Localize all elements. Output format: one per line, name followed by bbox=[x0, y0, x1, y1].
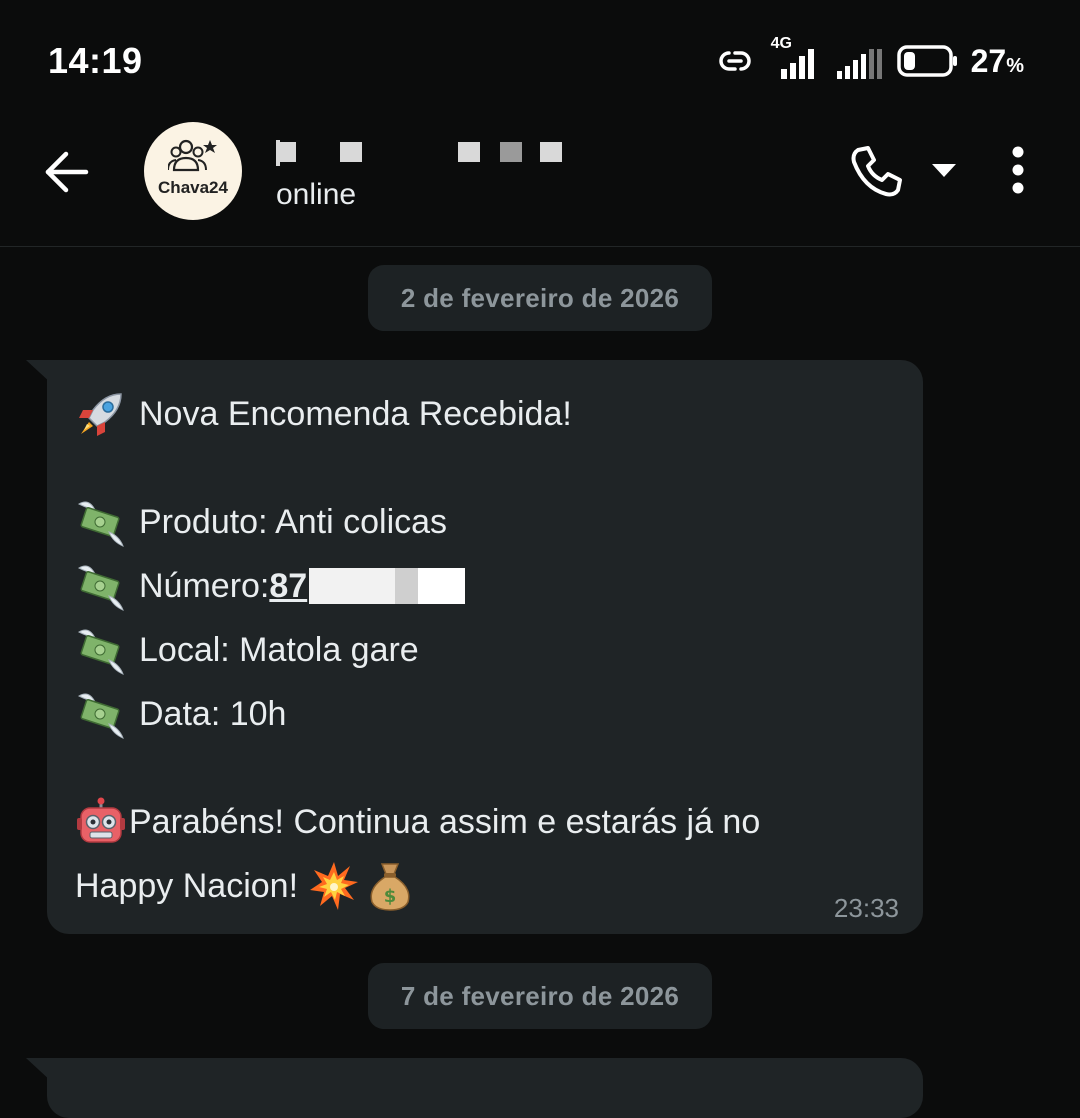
date-chip: 7 de fevereiro de 2026 bbox=[368, 963, 712, 1029]
collision-icon bbox=[310, 862, 359, 910]
phone-icon[interactable] bbox=[848, 144, 904, 200]
date-chip: 2 de fevereiro de 2026 bbox=[368, 265, 712, 331]
battery-icon bbox=[896, 45, 957, 77]
message-number-label: Número: bbox=[139, 566, 270, 605]
cell-signal-1: 4G bbox=[767, 35, 823, 81]
contact-status: online bbox=[276, 178, 357, 211]
battery-percent-value: 27 bbox=[970, 42, 1007, 79]
money-with-wings-icon bbox=[77, 629, 124, 675]
message-line-date: Data: 10h bbox=[75, 682, 895, 746]
message-bubble-partial[interactable] bbox=[47, 1058, 923, 1118]
chevron-down-icon[interactable] bbox=[932, 164, 956, 178]
money-with-wings-icon bbox=[77, 565, 124, 611]
message-location: Local: Matola gare bbox=[139, 630, 419, 669]
arrow-left-icon[interactable] bbox=[40, 146, 92, 198]
battery-percent-unit: % bbox=[1006, 54, 1024, 77]
message-line-title: Nova Encomenda Recebida! bbox=[75, 382, 895, 446]
chat-header: Chava24 online bbox=[0, 110, 1080, 247]
message-line-product: Produto: Anti colicas bbox=[75, 490, 895, 554]
status-time: 14:19 bbox=[48, 40, 143, 81]
message-line-congrats-1: Parabéns! Continua assim e estarás já no bbox=[75, 790, 895, 854]
money-bag-icon: $ bbox=[370, 863, 410, 911]
money-with-wings-icon bbox=[77, 501, 124, 547]
robot-icon bbox=[77, 797, 125, 843]
contact-avatar[interactable]: Chava24 bbox=[144, 122, 242, 220]
svg-text:$: $ bbox=[384, 886, 397, 907]
phone-number-link[interactable]: 87 bbox=[269, 567, 307, 606]
battery-percent: 27% bbox=[971, 43, 1024, 80]
signal-bars-icon bbox=[836, 49, 882, 79]
message-bubble[interactable]: Nova Encomenda Recebida! Produto: Anti c… bbox=[47, 360, 923, 934]
message-congrats-line-1: Parabéns! Continua assim e estarás já no bbox=[129, 802, 761, 841]
message-timestamp: 23:33 bbox=[833, 893, 899, 923]
message-date: Data: 10h bbox=[139, 694, 287, 733]
hotspot-link-icon bbox=[718, 51, 751, 71]
money-with-wings-icon bbox=[77, 693, 124, 739]
message-title: Nova Encomenda Recebida! bbox=[139, 394, 572, 433]
message-line-number: Número: 87 bbox=[75, 554, 895, 618]
message-line-congrats-2: Happy Nacion! $ bbox=[75, 854, 895, 918]
kebab-menu-icon[interactable] bbox=[1006, 146, 1030, 194]
contact-name-redacted[interactable] bbox=[276, 134, 576, 166]
message-product: Produto: Anti colicas bbox=[139, 502, 448, 541]
avatar-text: Chava24 bbox=[158, 178, 228, 197]
message-text: Nova Encomenda Recebida! Produto: Anti c… bbox=[75, 382, 895, 918]
redacted-number bbox=[309, 568, 466, 604]
rocket-icon bbox=[79, 393, 122, 436]
message-congrats-line-2: Happy Nacion! bbox=[75, 866, 299, 905]
message-line-location: Local: Matola gare bbox=[75, 618, 895, 682]
signal-bars-icon bbox=[780, 49, 814, 79]
people-icon bbox=[168, 139, 217, 172]
status-bar: 14:19 4G 27% bbox=[0, 0, 1080, 110]
status-indicators: 4G 27% bbox=[715, 35, 1024, 84]
